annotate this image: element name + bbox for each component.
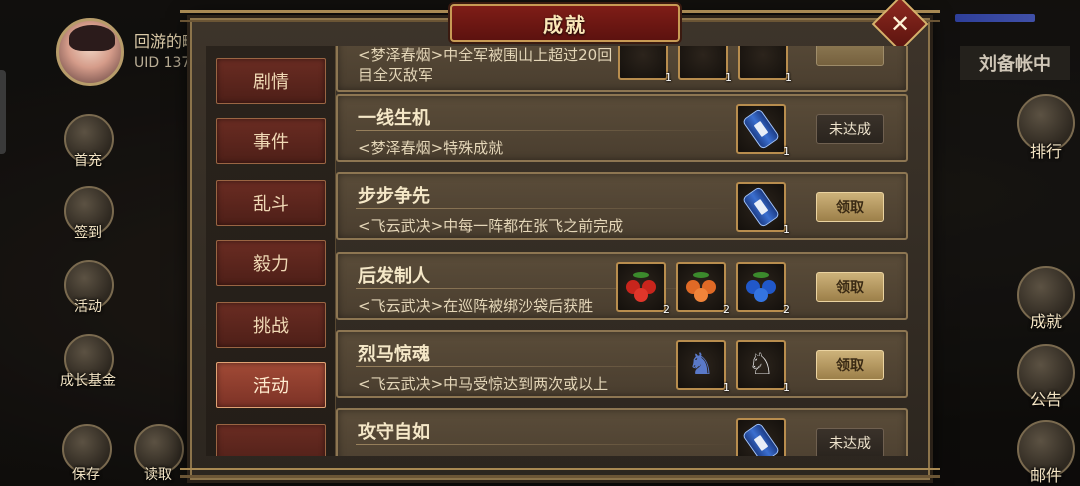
tab-activity[interactable]: 活动: [216, 362, 326, 408]
achievement-label: 成就: [1030, 312, 1063, 331]
reward-count: 1: [723, 381, 730, 394]
activity-label: 活动: [74, 299, 102, 315]
achievement-row: 一线生机 <梦泽春烟>特殊成就 1 未达成: [336, 94, 908, 162]
divider: [356, 208, 736, 209]
close-icon[interactable]: ✕: [880, 4, 920, 44]
status-not-achieved-button[interactable]: 未达成: [816, 428, 884, 456]
achievement-desc-line2: 目全灭敌军: [358, 66, 434, 84]
claim-button[interactable]: [816, 46, 884, 66]
scroll-icon: [741, 185, 781, 229]
mail-label: 邮件: [1030, 466, 1063, 485]
tab-melee[interactable]: 乱斗: [216, 180, 326, 226]
reward-item[interactable]: 1: [618, 46, 672, 84]
ranking-label: 排行: [1030, 142, 1063, 161]
reward-count: 1: [725, 71, 732, 84]
edge-handle[interactable]: [0, 70, 6, 154]
growth-fund-label: 成长基金: [60, 373, 116, 389]
reward-scroll-item[interactable]: 1: [736, 182, 790, 236]
achievement-row: 步步争先 <飞云武决>中每一阵都在张飞之前完成 1 领取: [336, 172, 908, 240]
reward-count: 1: [783, 145, 790, 158]
tab-more[interactable]: [216, 424, 326, 456]
status-not-achieved-button[interactable]: 未达成: [816, 114, 884, 144]
claim-button[interactable]: 领取: [816, 350, 884, 380]
horse-icon: ♘: [747, 347, 775, 382]
first-recharge-label: 首充: [74, 153, 102, 169]
claim-button[interactable]: 领取: [816, 192, 884, 222]
achievement-row: 攻守自如 1 未达成: [336, 408, 908, 456]
reward-horse-item[interactable]: ♘ 1: [736, 340, 790, 394]
achievement-row-partial: <梦泽春烟>中全军被围山上超过20回 目全灭敌军 1 1 1: [336, 46, 908, 92]
orange-fruit-icon: [684, 272, 718, 302]
achievement-list[interactable]: <梦泽春烟>中全军被围山上超过20回 目全灭敌军 1 1 1 一线生机 <梦泽春…: [336, 46, 908, 456]
modal-bottom-ornament: [180, 468, 940, 478]
category-tabs: 剧情 事件 乱斗 毅力 挑战 活动: [206, 46, 336, 456]
tab-challenge[interactable]: 挑战: [216, 302, 326, 348]
modal-title-plate: 成就: [450, 4, 680, 42]
achievement-title: 烈马惊魂: [358, 344, 430, 365]
reward-item[interactable]: 1: [738, 46, 792, 84]
reward-count: 1: [783, 223, 790, 236]
player-card[interactable]: 回游的毗 UID 1372: [56, 18, 199, 86]
achievement-title: 一线生机: [358, 108, 430, 129]
load-label: 读取: [144, 467, 172, 483]
reward-armor-item[interactable]: ♞ 1: [676, 340, 730, 394]
achievement-desc: <飞云武决>在巡阵被绑沙袋后获胜: [358, 297, 594, 315]
reward-orange-fruit-item[interactable]: 2: [676, 262, 730, 316]
energy-bar: [955, 14, 1035, 22]
reward-blue-fruit-item[interactable]: 2: [736, 262, 790, 316]
reward-count: 1: [783, 381, 790, 394]
reward-red-fruit-item[interactable]: 2: [616, 262, 670, 316]
achievement-row: 后发制人 <飞云武决>在巡阵被绑沙袋后获胜 2 2 2 领取: [336, 252, 908, 320]
avatar[interactable]: [56, 18, 124, 86]
reward-count: 2: [663, 303, 670, 316]
reward-count: 1: [665, 71, 672, 84]
armor-icon: ♞: [687, 347, 715, 382]
tab-perseverance[interactable]: 毅力: [216, 240, 326, 286]
tab-events[interactable]: 事件: [216, 118, 326, 164]
reward-scroll-item[interactable]: 1: [736, 418, 786, 456]
divider: [356, 130, 736, 131]
modal-title: 成就: [543, 12, 587, 37]
achievement-desc: <梦泽春烟>特殊成就: [358, 139, 504, 157]
notice-label: 公告: [1030, 390, 1063, 409]
achievement-title: 后发制人: [358, 266, 430, 287]
achievement-row: 烈马惊魂 <飞云武决>中马受惊达到两次或以上 ♞ 1 ♘ 1 领取: [336, 330, 908, 398]
reward-count: 1: [785, 71, 792, 84]
reward-scroll-item[interactable]: 1: [736, 104, 790, 158]
sign-in-label: 签到: [74, 225, 102, 241]
achievement-title: 步步争先: [358, 186, 430, 207]
reward-count: 2: [783, 303, 790, 316]
blue-fruit-icon: [744, 272, 778, 302]
achievement-desc: <梦泽春烟>中全军被围山上超过20回: [358, 46, 613, 64]
location-title: 刘备帐中: [960, 46, 1070, 80]
achievement-desc: <飞云武决>中每一阵都在张飞之前完成: [358, 217, 624, 235]
scroll-icon: [741, 107, 781, 151]
claim-button[interactable]: 领取: [816, 272, 884, 302]
save-label: 保存: [72, 467, 100, 483]
reward-item[interactable]: 1: [678, 46, 732, 84]
red-fruit-icon: [624, 272, 658, 302]
scroll-icon: [741, 421, 781, 456]
achievement-desc: <飞云武决>中马受惊达到两次或以上: [358, 375, 609, 393]
achievement-title: 攻守自如: [358, 422, 430, 443]
divider: [356, 444, 736, 445]
tab-story[interactable]: 剧情: [216, 58, 326, 104]
reward-count: 2: [723, 303, 730, 316]
